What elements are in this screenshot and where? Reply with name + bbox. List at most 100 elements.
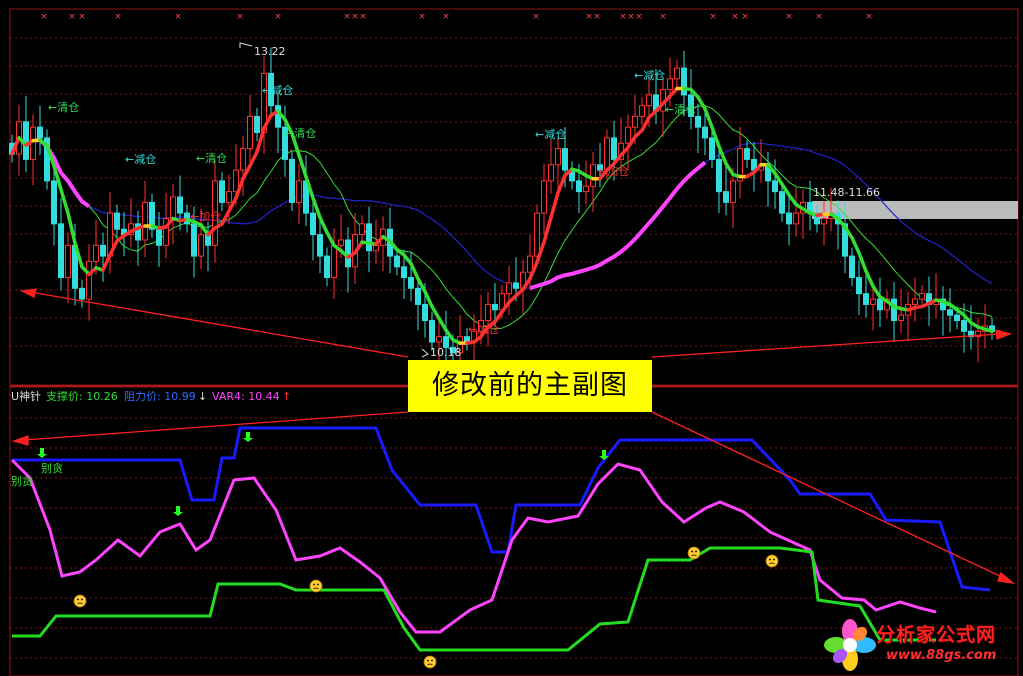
candle-body — [716, 158, 722, 193]
top-marker: × — [865, 12, 873, 22]
candle-body — [863, 293, 869, 305]
candle-body — [401, 266, 407, 279]
trend-segment — [101, 253, 112, 272]
top-marker: × — [236, 12, 244, 22]
trend-segment — [549, 190, 560, 220]
candle-body — [772, 180, 778, 193]
face-icon — [423, 655, 437, 669]
top-marker: × — [785, 12, 793, 22]
top-marker: × — [659, 12, 667, 22]
candle-body — [429, 320, 435, 343]
annotation-arrow — [23, 411, 409, 441]
candle-body — [723, 191, 729, 203]
trend-segment — [724, 161, 735, 177]
candle-body — [359, 223, 365, 236]
top-marker: × — [619, 12, 627, 22]
high-mark-label: 13.22 — [254, 45, 286, 58]
top-markers: × × × × × × × × × × × × × × × × × × × × × × × × × — [40, 12, 873, 22]
caption-box: 修改前的主副图 — [408, 360, 652, 412]
candle-body — [793, 212, 799, 225]
range-band — [812, 201, 1018, 219]
top-marker: × — [40, 12, 48, 22]
trend-segment — [640, 115, 651, 133]
support-price-label: 支撑价: 10.26 — [46, 389, 118, 403]
candle-body — [674, 67, 680, 80]
trend-segment — [493, 310, 504, 324]
candle-body — [310, 212, 316, 236]
signal-label: ←清仓 — [48, 100, 79, 114]
indicator-name: U神针 — [11, 389, 41, 403]
candle-body — [611, 137, 617, 160]
top-marker: × — [709, 12, 717, 22]
candle-body — [527, 255, 533, 273]
candle-body — [324, 255, 330, 279]
candle-body — [625, 126, 631, 144]
annotation-arrow — [651, 411, 1005, 579]
face-eye — [773, 558, 775, 561]
candle-body — [709, 137, 715, 160]
face-eye — [769, 558, 771, 561]
candle-body — [632, 115, 638, 128]
candle-body — [506, 282, 512, 295]
annotation-arrowhead — [11, 435, 29, 446]
candle-body — [226, 191, 232, 203]
trend-segment — [199, 223, 210, 237]
candle-body — [576, 180, 582, 193]
trend-segment — [864, 269, 875, 288]
candle-body — [240, 148, 246, 171]
resistance-arrow-icon: ↓ — [198, 390, 207, 403]
logo-url: www.88gs.com — [886, 648, 997, 663]
candle-body — [541, 180, 547, 214]
candle-body — [331, 244, 337, 279]
var4-line — [10, 458, 937, 634]
top-marker: × — [174, 12, 182, 22]
chart-stage: × × × × × × × × × × × × × × × × × × × × × × × × × 13.22 10.18 11… — [9, 8, 1019, 676]
candle-body — [947, 309, 953, 316]
signal-label: ←加仓 — [190, 209, 221, 223]
top-marker: × — [532, 12, 540, 22]
candle-body — [51, 180, 57, 225]
down-arrow-icon — [243, 432, 253, 442]
var4-label: VAR4: 10.44 — [212, 390, 280, 403]
candle-body — [954, 314, 960, 322]
flower-logo-icon — [824, 619, 876, 671]
candle-body — [534, 212, 540, 257]
candle-body — [373, 244, 379, 252]
face-icon — [765, 554, 779, 568]
top-marker: × — [627, 12, 635, 22]
annotation-arrow — [29, 291, 409, 358]
bie-tan-label: 别贪 — [11, 474, 33, 488]
candle-body — [744, 148, 750, 160]
candle-body — [702, 126, 708, 139]
trend-segment — [703, 107, 714, 129]
top-marker: × — [418, 12, 426, 22]
candle-body — [296, 180, 302, 203]
down-arrow-icon — [37, 448, 47, 458]
signal-arrows — [37, 432, 609, 516]
candle-body — [821, 217, 827, 225]
candle-body — [681, 67, 687, 96]
candle-body — [170, 196, 176, 219]
candle-body — [254, 115, 260, 134]
candle-body — [191, 223, 197, 257]
trend-segment — [850, 236, 861, 255]
candle-body — [492, 303, 498, 311]
candle-body — [37, 126, 43, 139]
annotation-arrow — [651, 333, 1001, 358]
candle-body — [198, 234, 204, 257]
candle-body — [366, 223, 372, 252]
low-mark-label: 10.18 — [430, 346, 462, 359]
range-mark-label: 11.48-11.66 — [813, 186, 880, 199]
candle-body — [562, 148, 568, 171]
resistance-price-label: 阻力价: 10.99 — [124, 390, 196, 403]
top-marker: × — [635, 12, 643, 22]
face-eye — [691, 550, 693, 553]
candle-body — [961, 320, 967, 332]
face-eye — [77, 598, 79, 601]
trend-segment — [787, 193, 798, 207]
resistance-line — [12, 426, 991, 592]
candle-body — [247, 115, 253, 150]
trend-segment — [409, 261, 420, 281]
face-eye — [317, 583, 319, 586]
top-marker: × — [593, 12, 601, 22]
